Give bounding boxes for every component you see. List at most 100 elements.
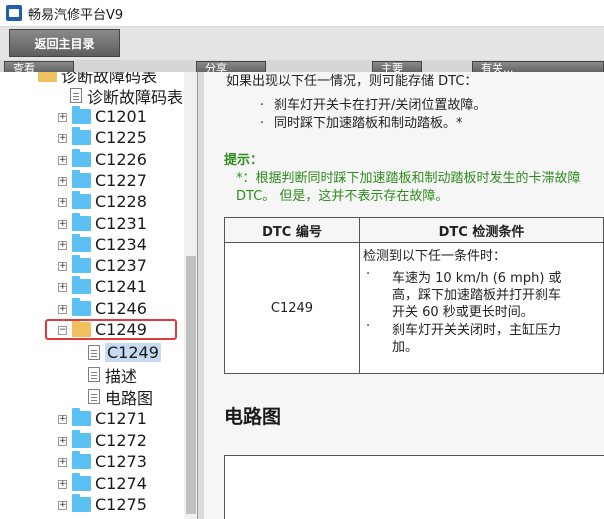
tree-node-label: C1246 [95, 298, 147, 318]
expand-toggle[interactable]: + [58, 283, 67, 293]
expand-toggle[interactable]: + [58, 262, 67, 272]
tree-node-c1227[interactable]: C1227 [72, 169, 147, 191]
folder-icon [72, 451, 91, 469]
tree-node-label: C1274 [95, 473, 147, 493]
expand-toggle[interactable]: + [58, 501, 67, 510]
content-pane: 如果出现以下任一情况，则可能存储 DTC： · 刹车灯开关卡在打开/关闭位置故障。… [204, 72, 604, 519]
tree-node-c1275[interactable]: C1275 [72, 494, 147, 515]
highlight-box [45, 319, 177, 340]
bullet-item: · 刹车灯开关卡在打开/关闭位置故障。 [250, 94, 486, 113]
dtc-tree: 诊断故障码表 诊断故障码表 + C1201 + C1225 + C1226 + C1227 + C… [0, 72, 198, 519]
tree-node-label: C1234 [95, 234, 147, 254]
scrollbar-thumb[interactable] [186, 256, 196, 514]
tree-node-c1234[interactable]: C1234 [72, 233, 147, 255]
expand-toggle[interactable]: + [58, 479, 67, 489]
folder-icon [72, 255, 91, 274]
tree-node-c1241[interactable]: C1241 [72, 276, 147, 297]
tip-line: *：根据判断同时踩下加速踏板和制动踏板时发生的卡滞故障 [236, 171, 581, 186]
folder-icon [72, 408, 91, 426]
toolbar: 返回主目录 [0, 27, 604, 60]
tree-node-c1237[interactable]: C1237 [72, 255, 147, 276]
intro-text: 如果出现以下任一情况，则可能存储 DTC： [226, 74, 478, 89]
cell-dtc-condition: 检测到以下任一条件时： · 车速为 10 km/h (6 mph) 或 高，踩下… [358, 242, 604, 374]
tree-node-c1272[interactable]: C1272 [72, 429, 147, 451]
expand-toggle[interactable]: + [58, 458, 67, 467]
bullet-dot: · [365, 267, 371, 282]
tab-strip: 查看 分享 主要 有关... [0, 60, 604, 72]
tab-main[interactable]: 主要 [372, 61, 422, 72]
expand-toggle[interactable]: + [58, 198, 67, 208]
tree-node-label: C1227 [95, 170, 147, 190]
header-dtc-condition: DTC 检测条件 [358, 217, 604, 243]
folder-icon [72, 127, 91, 146]
tip-title: 提示： [224, 153, 264, 168]
tree-node-label: C1226 [95, 149, 147, 169]
tree-node-description[interactable]: 描述 [88, 364, 138, 386]
tree-node-circuit-diagram[interactable]: 电路图 [88, 386, 154, 408]
title-bar: 畅易汽修平台V9 [0, 0, 604, 27]
folder-icon [72, 494, 91, 512]
folder-icon [72, 169, 91, 188]
document-icon [88, 345, 100, 360]
tree-node-c1274[interactable]: C1274 [72, 472, 147, 494]
tree-node-label: C1225 [95, 128, 147, 148]
back-to-main-button[interactable]: 返回主目录 [9, 29, 120, 57]
tree-node-label: C1241 [95, 277, 147, 297]
tab-share[interactable]: 分享 [196, 61, 266, 72]
folder-icon [72, 297, 91, 316]
bullet-item: · 同时踩下加速踏板和制动踏板。* [250, 112, 463, 131]
tree-node-c1249-detail[interactable]: C1249 [88, 342, 161, 363]
tree-node-c1231[interactable]: C1231 [72, 212, 147, 234]
tree-node-label: C1231 [95, 213, 147, 233]
tree-node-c1271[interactable]: C1271 [72, 408, 147, 429]
tree-node-label: C1272 [95, 430, 147, 450]
tree-node-dtc-table[interactable]: 诊断故障码表 [70, 85, 184, 107]
folder-icon [72, 106, 91, 124]
expand-toggle[interactable]: + [58, 155, 67, 165]
expand-toggle[interactable]: + [58, 436, 67, 446]
window-title: 畅易汽修平台V9 [28, 7, 124, 23]
tree-node-label: C1275 [95, 495, 147, 514]
folder-icon [72, 148, 91, 167]
expand-toggle[interactable]: + [58, 219, 67, 229]
tree-node-c1246[interactable]: C1246 [72, 297, 147, 319]
tree-node-label: 电路图 [105, 388, 154, 408]
folder-icon [72, 233, 91, 252]
folder-open-icon [38, 72, 57, 82]
tree-node-c1225[interactable]: C1225 [72, 127, 147, 148]
document-icon [88, 389, 100, 404]
folder-icon [72, 429, 91, 448]
header-dtc-code: DTC 编号 [224, 217, 360, 243]
tree-node-label: C1273 [95, 452, 147, 471]
expand-toggle[interactable]: + [58, 240, 67, 250]
tree-node-label: C1228 [95, 192, 147, 212]
folder-icon [72, 276, 91, 295]
tree-scrollbar[interactable] [184, 72, 197, 519]
tab-about[interactable]: 有关... [472, 61, 604, 72]
expand-toggle[interactable]: + [58, 134, 67, 144]
folder-icon [72, 191, 91, 210]
expand-toggle[interactable]: + [58, 304, 67, 314]
cell-dtc-code: C1249 [224, 242, 360, 374]
tree-node-label: 描述 [105, 366, 138, 386]
bullet-dot: · [259, 116, 265, 131]
tip-line: DTC。 但是，这并不表示存在故障。 [236, 189, 449, 204]
folder-icon [72, 472, 91, 491]
expand-toggle[interactable]: + [58, 415, 67, 424]
circuit-diagram-area [224, 455, 604, 519]
document-icon [70, 88, 82, 103]
tree-node-c1273[interactable]: C1273 [72, 451, 147, 472]
bullet-dot: · [259, 98, 265, 113]
tab-view[interactable]: 查看 [4, 61, 74, 72]
tree-node-c1228[interactable]: C1228 [72, 191, 147, 212]
dtc-table: DTC 编号 DTC 检测条件 C1249 检测到以下任一条件时： · 车速为 … [224, 217, 604, 374]
tree-node-label: C1271 [95, 409, 147, 428]
folder-icon [72, 212, 91, 231]
expand-toggle[interactable]: + [58, 176, 67, 186]
tree-node-label: 诊断故障码表 [87, 87, 184, 107]
expand-toggle[interactable]: + [58, 113, 67, 122]
tree-node-c1201[interactable]: C1201 [72, 106, 147, 127]
tree-node-label: C1249 [105, 343, 161, 362]
tree-node-c1226[interactable]: C1226 [72, 148, 147, 170]
document-icon [88, 367, 100, 382]
